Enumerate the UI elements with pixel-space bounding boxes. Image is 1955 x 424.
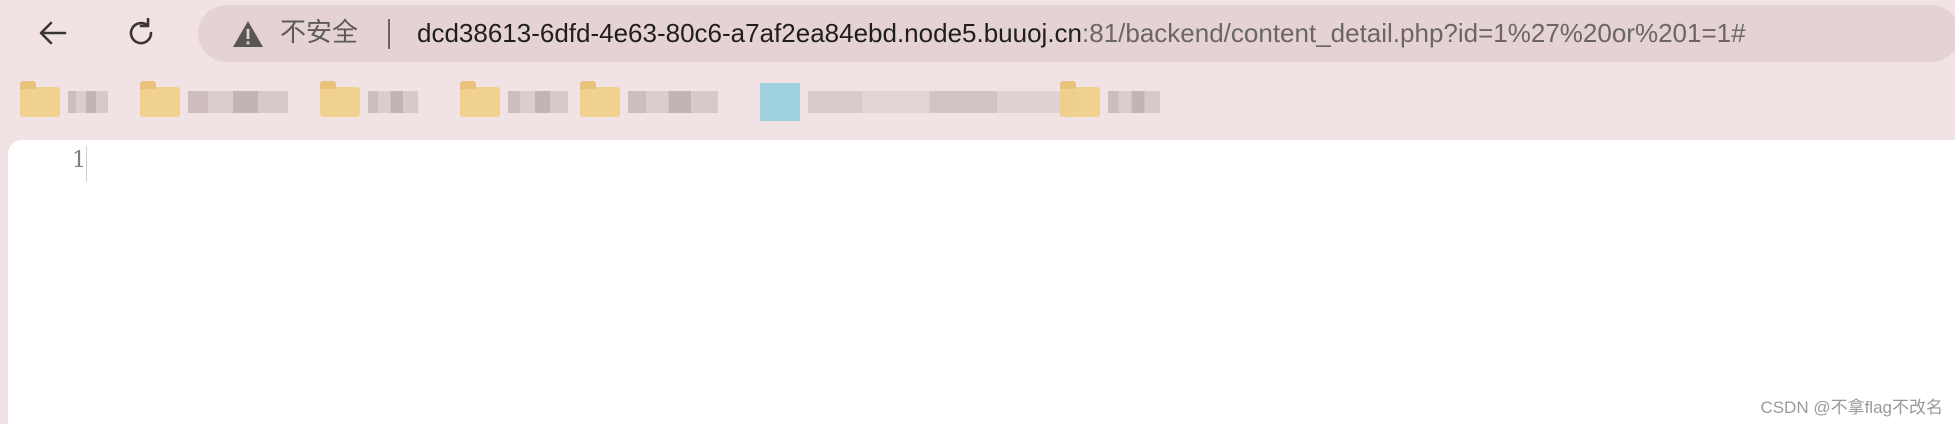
gutter-divider — [86, 146, 87, 182]
reload-button[interactable] — [116, 8, 166, 58]
bookmark-item[interactable] — [1060, 81, 1160, 122]
warning-triangle-icon[interactable] — [232, 19, 264, 49]
folder-icon — [20, 81, 60, 117]
bookmark-item[interactable] — [460, 81, 568, 122]
reload-icon — [129, 17, 153, 45]
bookmark-item[interactable] — [320, 81, 418, 122]
site-favicon — [760, 83, 800, 121]
bookmark-item[interactable] — [20, 81, 108, 122]
address-divider — [388, 19, 390, 49]
bookmark-item[interactable] — [580, 81, 718, 122]
bookmarks-bar — [0, 70, 1955, 130]
line-number: 1 — [72, 148, 86, 173]
folder-icon — [140, 81, 180, 117]
redacted-label — [1108, 91, 1160, 113]
folder-icon — [320, 81, 360, 117]
url-path: :81/backend/content_detail.php?id=1%27%2… — [1082, 18, 1746, 48]
address-bar[interactable]: 不安全 dcd38613-6dfd-4e63-80c6-a7af2ea84ebd… — [198, 5, 1955, 62]
url-text[interactable]: dcd38613-6dfd-4e63-80c6-a7af2ea84ebd.nod… — [417, 16, 1746, 50]
bookmark-item[interactable] — [760, 82, 1078, 122]
redacted-label — [508, 91, 568, 113]
folder-icon — [460, 81, 500, 117]
redacted-label — [628, 91, 718, 113]
redacted-label — [188, 91, 288, 113]
back-arrow-icon — [39, 21, 67, 45]
security-status-label[interactable]: 不安全 — [280, 16, 358, 50]
folder-icon — [1060, 81, 1100, 117]
folder-icon — [580, 81, 620, 117]
line-gutter: 1 — [8, 140, 86, 182]
back-button[interactable] — [28, 8, 78, 58]
url-host: dcd38613-6dfd-4e63-80c6-a7af2ea84ebd.nod… — [417, 18, 1083, 48]
redacted-label — [368, 91, 418, 113]
page-content: 1 CSDN @不拿flag不改名 — [8, 140, 1955, 424]
redacted-label — [68, 91, 108, 113]
watermark: CSDN @不拿flag不改名 — [1760, 398, 1943, 417]
bookmark-item[interactable] — [140, 81, 288, 122]
browser-toolbar: 不安全 dcd38613-6dfd-4e63-80c6-a7af2ea84ebd… — [0, 0, 1955, 66]
redacted-label — [808, 91, 1078, 113]
